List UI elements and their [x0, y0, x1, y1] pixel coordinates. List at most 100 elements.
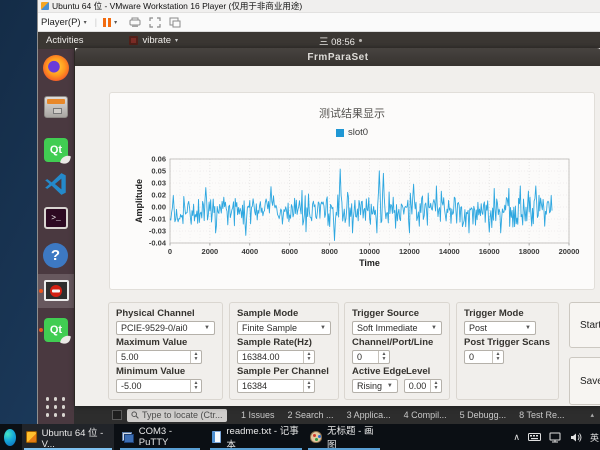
player-menu-caret-icon[interactable]: ▾	[84, 19, 87, 26]
trigger-source-combo[interactable]: Soft Immediate ▼	[352, 321, 442, 335]
frmparaset-title: FrmParaSet	[307, 52, 368, 63]
paint-task-label: 无标题 - 画图	[327, 423, 378, 450]
minimum-value: -5.00	[121, 381, 142, 391]
locator-filter-icon[interactable]	[112, 410, 122, 420]
chevron-down-icon[interactable]: ▼	[525, 325, 531, 331]
vscode-icon	[43, 171, 69, 197]
frmparaset-window: FrmParaSet 测试结果显示 slot0 0.060.050.030.02…	[75, 48, 600, 406]
clock-label: 三 08:56	[319, 34, 355, 48]
firefox-icon	[43, 55, 69, 81]
sample-rate-spinbox[interactable]: 16384.00 ▲▼	[237, 350, 315, 364]
output-pane-test[interactable]: 8 Test Re...	[519, 410, 564, 420]
dock-item-files[interactable]	[43, 94, 69, 120]
output-pane-debugger[interactable]: 5 Debugg...	[460, 410, 507, 420]
spin-arrows-icon[interactable]: ▲▼	[303, 380, 314, 392]
vmware-window-title: Ubuntu 64 位 - VMware Workstation 16 Play…	[52, 0, 302, 12]
dock-item-vscode[interactable]	[43, 171, 69, 197]
dock-item-firefox[interactable]	[43, 55, 69, 81]
svg-text:14000: 14000	[439, 247, 460, 256]
show-applications-button[interactable]	[43, 395, 69, 419]
dock-item-terminal[interactable]: >_	[43, 205, 69, 231]
channel-port-line-spinbox[interactable]: 0 ▲▼	[352, 350, 390, 364]
vmware-taskbar-icon	[26, 431, 37, 443]
taskbar-item-paint[interactable]: 无标题 - 画图	[306, 424, 382, 450]
tray-expand-icon[interactable]: ∧	[513, 432, 520, 443]
svg-text:18000: 18000	[519, 247, 540, 256]
level-spinbox[interactable]: 0.00 ▲▼	[404, 379, 442, 393]
sample-rate-value: 16384.00	[242, 352, 280, 362]
app-menu-label: vibrate	[142, 35, 171, 46]
channel-port-line-label: Channel/Port/Line	[352, 337, 442, 348]
screen: Ubuntu 64 位 - VMware Workstation 16 Play…	[0, 0, 600, 450]
spin-arrows-icon[interactable]: ▲▼	[190, 351, 201, 363]
taskbar-item-notepad[interactable]: readme.txt - 记事本	[208, 424, 304, 450]
maximum-value-spinbox[interactable]: 5.00 ▲▼	[116, 350, 202, 364]
send-ctrl-alt-del-icon[interactable]	[129, 17, 141, 28]
running-dot-icon	[39, 328, 43, 332]
output-pane-application[interactable]: 3 Applica...	[347, 410, 391, 420]
fullscreen-icon[interactable]	[149, 17, 161, 28]
unity-mode-icon[interactable]	[169, 17, 181, 28]
chevron-down-icon[interactable]: ▼	[320, 325, 326, 331]
dock-item-qt-app[interactable]: Qt	[43, 317, 69, 343]
chevron-down-icon[interactable]: ▼	[387, 383, 393, 389]
maximum-value-label: Maximum Value	[116, 337, 215, 348]
chevron-down-icon[interactable]: ▼	[431, 325, 437, 331]
network-icon[interactable]	[549, 432, 562, 443]
taskbar-item-vmware[interactable]: Ubuntu 64 位 - V...	[22, 424, 114, 450]
svg-text:2000: 2000	[202, 247, 219, 256]
start-button[interactable]: Start	[569, 302, 600, 348]
spin-arrows-icon[interactable]: ▲▼	[190, 380, 201, 392]
chevron-down-icon[interactable]: ▼	[204, 325, 210, 331]
terminal-icon: >_	[44, 207, 68, 229]
sample-mode-combo[interactable]: Finite Sample ▼	[237, 321, 331, 335]
sample-mode-label: Sample Mode	[237, 308, 331, 319]
vmware-task-label: Ubuntu 64 位 - V...	[42, 425, 110, 450]
player-menu[interactable]: Player(P)	[41, 17, 81, 28]
putty-icon	[122, 432, 134, 443]
suspend-button[interactable]	[103, 18, 111, 27]
spin-arrows-icon[interactable]: ▲▼	[430, 380, 441, 392]
svg-text:-0.03: -0.03	[149, 227, 166, 236]
locator-input[interactable]: Type to locate (Ctr...	[127, 409, 227, 422]
spin-arrows-icon[interactable]: ▲▼	[378, 351, 389, 363]
activities-button[interactable]: Activities	[42, 35, 87, 46]
physical-channel-combo[interactable]: PCIE-9529-0/ai0 ▼	[116, 321, 215, 335]
sample-mode-value: Finite Sample	[242, 323, 297, 333]
dock-item-help[interactable]: ?	[43, 243, 69, 269]
spin-arrows-icon[interactable]: ▲▼	[303, 351, 314, 363]
trigger-mode-combo[interactable]: Post ▼	[464, 321, 536, 335]
paint-icon	[310, 431, 322, 443]
spin-arrows-icon[interactable]: ▲▼	[492, 351, 503, 363]
touch-keyboard-icon[interactable]	[528, 432, 541, 442]
suspend-caret-icon[interactable]: ▾	[114, 19, 117, 26]
level-label: Level	[406, 366, 430, 377]
vmware-titlebar[interactable]: Ubuntu 64 位 - VMware Workstation 16 Play…	[38, 0, 600, 13]
sample-per-channel-spinbox[interactable]: 16384 ▲▼	[237, 379, 315, 393]
clock-button[interactable]: 三 08:56	[319, 32, 362, 49]
minimum-value-label: Minimum Value	[116, 366, 215, 377]
volume-icon[interactable]	[570, 432, 582, 443]
output-pane-compile[interactable]: 4 Compil...	[404, 410, 447, 420]
input-language-indicator[interactable]: 英	[590, 431, 600, 444]
notification-dot	[359, 39, 362, 42]
dock-item-qt-creator[interactable]: Qt	[43, 137, 69, 163]
taskbar-item-putty[interactable]: COM3 - PuTTY	[118, 424, 202, 450]
taskbar-item-edge[interactable]	[0, 424, 20, 450]
output-pane-issues[interactable]: 1 Issues	[241, 410, 275, 420]
chart-plot: 0.060.050.030.020.00-0.01-0.03-0.0402000…	[110, 93, 594, 289]
minimum-value-spinbox[interactable]: -5.00 ▲▼	[116, 379, 202, 393]
output-pane-expand-icon[interactable]: ▴	[590, 411, 594, 419]
post-trigger-scans-value: 0	[469, 352, 474, 362]
save-button[interactable]: Save	[569, 357, 600, 405]
output-pane-search[interactable]: 2 Search ...	[288, 410, 334, 420]
notepad-icon	[212, 431, 221, 443]
app-menu[interactable]: vibrate ▾	[129, 35, 178, 46]
frmparaset-titlebar[interactable]: FrmParaSet	[75, 48, 600, 66]
post-trigger-scans-spinbox[interactable]: 0 ▲▼	[464, 350, 504, 364]
windows-taskbar: Ubuntu 64 位 - V... COM3 - PuTTY readme.t…	[0, 424, 600, 450]
group-physical-channel: Physical Channel PCIE-9529-0/ai0 ▼ Maxim…	[108, 302, 223, 400]
active-edge-combo[interactable]: Rising ▼	[352, 379, 398, 393]
dock-item-vibrate-active[interactable]	[38, 274, 74, 308]
trigger-mode-value: Post	[469, 323, 487, 333]
